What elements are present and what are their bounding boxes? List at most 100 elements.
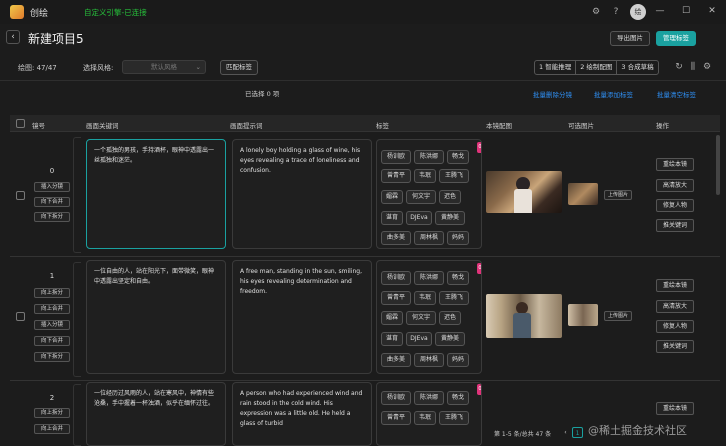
keyword-textarea[interactable]: 一位自由的人，站在阳光下，面带微笑，眼神中透露出坚定和自由。	[86, 260, 226, 374]
help-icon[interactable]: ?	[610, 6, 622, 18]
row-bracket	[73, 384, 81, 446]
tag-item[interactable]: 迟色	[439, 311, 461, 325]
tag-item[interactable]: 周林枫	[414, 353, 444, 367]
tag-item[interactable]: 韦珉	[414, 169, 436, 183]
fix-character-button[interactable]: 修复人物	[656, 320, 694, 333]
tag-item[interactable]: 黄静美	[435, 332, 465, 346]
redraw-button[interactable]: 重绘本镜	[656, 158, 694, 171]
export-images-button[interactable]: 导出图片	[610, 31, 650, 46]
keyword-textarea[interactable]: 一位经历过风雨的人，站在寒风中，神情有些沧桑，手中握着一杯浊酒，似乎在缅怀过往。	[86, 382, 226, 446]
merge-up-button[interactable]: 向上合并	[34, 424, 70, 434]
chevron-left-icon: ‹	[11, 32, 15, 42]
tag-item[interactable]: 陈洪娜	[414, 271, 444, 285]
shot-image[interactable]	[486, 294, 562, 338]
optional-image[interactable]	[568, 183, 598, 205]
row-checkbox[interactable]	[16, 312, 25, 321]
infer-keyword-button[interactable]: 推关键词	[656, 219, 694, 232]
upscale-button[interactable]: 高清放大	[656, 300, 694, 313]
minimize-button[interactable]: —	[650, 4, 670, 19]
step-draw-button[interactable]: 2 绘制配图	[576, 61, 618, 74]
tag-item[interactable]: 韦珉	[414, 411, 436, 425]
tag-item[interactable]: 杨训欧	[381, 391, 411, 405]
prev-page-button[interactable]: ‹	[560, 427, 571, 438]
row-checkbox[interactable]	[16, 191, 25, 200]
split-up-button[interactable]: 向上拆分	[34, 288, 70, 298]
tag-item[interactable]: 畅戈	[447, 150, 469, 164]
tag-item[interactable]: 何文宇	[406, 311, 436, 325]
tag-item[interactable]: 杨训欧	[381, 271, 411, 285]
insert-shot-button[interactable]: 插入分镜	[34, 182, 70, 192]
upload-image-button[interactable]: 上传图片	[604, 190, 632, 200]
prompt-textarea[interactable]: A lonely boy holding a glass of wine, hi…	[232, 139, 372, 249]
tag-item[interactable]: 王腾飞	[439, 169, 469, 183]
tag-item[interactable]: 何文宇	[406, 190, 436, 204]
tag-item[interactable]: DJEva	[406, 211, 432, 225]
tag-item[interactable]: 曾青平	[381, 169, 411, 183]
split-down-button[interactable]: 向下拆分	[34, 352, 70, 362]
tag-box[interactable]: 0 杨训欧 陈洪娜 畅戈 曾青平 韦珉 王腾飞 媚霖 何文宇 迟色 谌育 DJE…	[376, 260, 482, 374]
merge-down-button[interactable]: 向下合并	[34, 336, 70, 346]
refresh-icon[interactable]: ↻	[673, 61, 685, 73]
match-tags-button[interactable]: 匹配标签	[220, 60, 258, 75]
upscale-button[interactable]: 高清放大	[656, 179, 694, 192]
tag-item[interactable]: 王腾飞	[439, 291, 469, 305]
columns-icon[interactable]: ⫼	[687, 61, 699, 73]
select-all-checkbox[interactable]	[16, 119, 25, 128]
tag-item[interactable]: 妈妈	[447, 353, 469, 367]
batch-delete-link[interactable]: 批量删除分镜	[533, 89, 572, 99]
maximize-button[interactable]: ☐	[676, 4, 696, 19]
upload-image-button[interactable]: 上传图片	[604, 311, 632, 321]
gear-icon[interactable]: ⚙	[590, 6, 602, 18]
tag-item[interactable]: 媚霖	[381, 190, 403, 204]
insert-shot-button[interactable]: 插入分镜	[34, 320, 70, 330]
avatar[interactable]: 绘	[630, 4, 646, 20]
col-keyword: 画面关键词	[86, 122, 119, 130]
step-infer-button[interactable]: 1 智能推理	[535, 61, 577, 74]
settings-icon[interactable]: ⚙	[701, 61, 713, 73]
merge-down-button[interactable]: 向下合并	[34, 197, 70, 207]
redraw-button[interactable]: 重绘本镜	[656, 279, 694, 292]
tag-item[interactable]: 周林枫	[414, 231, 444, 245]
batch-add-tags-link[interactable]: 批量添加标签	[594, 89, 633, 99]
tag-item[interactable]: 媚霖	[381, 311, 403, 325]
shot-image[interactable]	[486, 171, 562, 213]
tag-item[interactable]: 谌育	[381, 332, 403, 346]
tag-item[interactable]: 杨训欧	[381, 150, 411, 164]
tag-item[interactable]: DJEva	[406, 332, 432, 346]
tag-item[interactable]: 畅戈	[447, 391, 469, 405]
page-1-button[interactable]: 1	[572, 427, 583, 438]
tag-item[interactable]: 黄静美	[435, 211, 465, 225]
split-up-button[interactable]: 向上拆分	[34, 408, 70, 418]
manage-tags-button[interactable]: 管理标签	[656, 31, 696, 46]
prompt-textarea[interactable]: A person who had experienced wind and ra…	[232, 382, 372, 446]
tag-item[interactable]: 曾青平	[381, 291, 411, 305]
fix-character-button[interactable]: 修复人物	[656, 199, 694, 212]
tag-item[interactable]: 妈妈	[447, 231, 469, 245]
batch-clear-tags-link[interactable]: 批量清空标签	[657, 89, 696, 99]
close-button[interactable]: ✕	[702, 4, 722, 19]
style-select[interactable]: 默认风格 ⌄	[122, 60, 206, 74]
tag-item[interactable]: 谌育	[381, 211, 403, 225]
tag-item[interactable]: 陈洪娜	[414, 391, 444, 405]
redraw-button[interactable]: 重绘本镜	[656, 402, 694, 415]
back-button[interactable]: ‹	[6, 30, 20, 44]
tag-item[interactable]: 曾青平	[381, 411, 411, 425]
optional-image[interactable]	[568, 304, 598, 326]
tag-item[interactable]: 曲多美	[381, 353, 411, 367]
split-down-button[interactable]: 向下拆分	[34, 212, 70, 222]
tag-box[interactable]: 0 杨训欧 陈洪娜 畅戈 曾青平 韦珉 王腾飞 媚霖 何文宇 迟色 谌育 DJE…	[376, 139, 482, 249]
scrollbar[interactable]	[716, 135, 720, 195]
tag-item[interactable]: 畅戈	[447, 271, 469, 285]
keyword-textarea[interactable]: 一个孤独的男孩，手持酒杯，眼神中透露出一丝孤独和迷茫。	[86, 139, 226, 249]
tag-item[interactable]: 曲多美	[381, 231, 411, 245]
tag-item[interactable]: 陈洪娜	[414, 150, 444, 164]
infer-keyword-button[interactable]: 推关键词	[656, 340, 694, 353]
tag-item[interactable]: 韦珉	[414, 291, 436, 305]
prompt-textarea[interactable]: A free man, standing in the sun, smiling…	[232, 260, 372, 374]
tag-count-badge: 0	[477, 384, 481, 395]
tag-item[interactable]: 迟色	[439, 190, 461, 204]
step-compose-button[interactable]: 3 合成草稿	[617, 61, 657, 74]
tag-item[interactable]: 王腾飞	[439, 411, 469, 425]
tag-box[interactable]: 0 杨训欧 陈洪娜 畅戈 曾青平 韦珉 王腾飞	[376, 382, 482, 446]
merge-up-button[interactable]: 向上合并	[34, 304, 70, 314]
